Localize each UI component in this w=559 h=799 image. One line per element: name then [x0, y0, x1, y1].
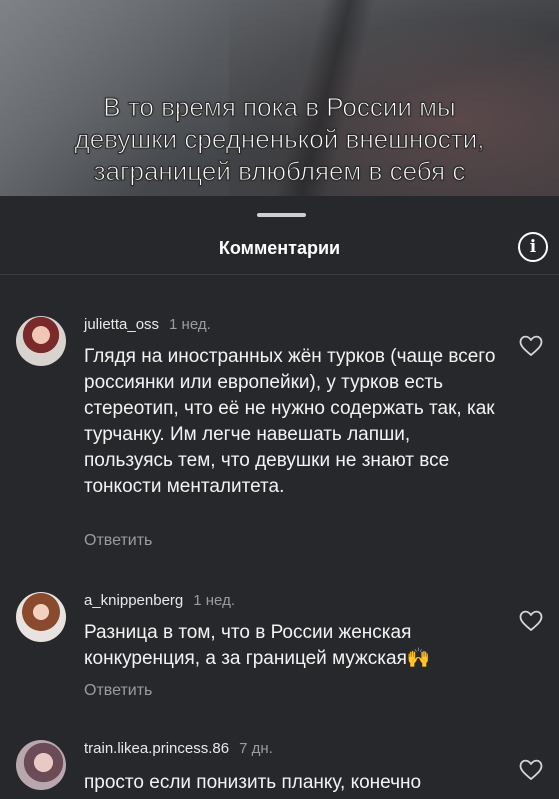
sheet-title: Комментарии [218, 238, 341, 258]
video-preview[interactable]: В то время пока в России мы девушки сред… [0, 0, 559, 196]
avatar[interactable] [16, 316, 66, 366]
heart-icon[interactable] [519, 610, 543, 632]
comment-text: Разница в том, что в России женская конк… [84, 622, 431, 669]
avatar[interactable] [16, 592, 66, 642]
reply-button[interactable]: Ответить [84, 532, 152, 550]
video-caption: В то время пока в России мы девушки сред… [0, 91, 559, 187]
video-caption-line: заграницей влюбляем в себя с [93, 156, 466, 187]
comment-username[interactable]: train.likea.princess.86 [84, 740, 229, 757]
comment-text: просто если понизить планку, конечно [84, 772, 422, 793]
comment-header: julietta_oss 1 нед. [84, 316, 211, 333]
divider [0, 274, 559, 275]
comment-username[interactable]: julietta_oss [84, 316, 159, 333]
info-icon[interactable]: i [518, 232, 548, 262]
heart-icon[interactable] [519, 335, 543, 357]
video-caption-line: девушки средненькой внешности, [74, 124, 485, 155]
avatar[interactable] [16, 740, 66, 790]
comment-time: 7 дн. [239, 740, 273, 757]
comment-username[interactable]: a_knippenberg [84, 592, 183, 609]
reply-button[interactable]: Ответить [84, 682, 152, 700]
comment-time: 1 нед. [193, 592, 235, 609]
comment-header: a_knippenberg 1 нед. [84, 592, 235, 609]
comment-text: Глядя на иностранных жён турков (чаще вс… [84, 346, 496, 497]
video-caption-line: В то время пока в России мы [103, 92, 456, 123]
sheet-drag-handle[interactable] [257, 213, 306, 217]
heart-icon[interactable] [519, 759, 543, 781]
comments-sheet: Комментарии i julietta_oss 1 нед. Глядя н… [0, 196, 559, 799]
comment-header: train.likea.princess.86 7 дн. [84, 740, 273, 757]
comment-time: 1 нед. [169, 316, 211, 333]
